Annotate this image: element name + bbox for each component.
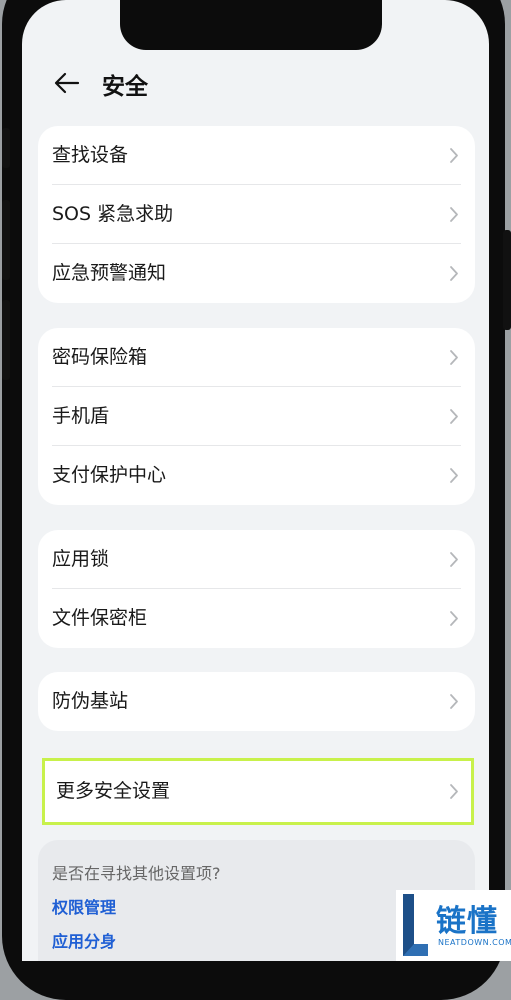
setting-item-label: 防伪基站 [52, 690, 129, 712]
settings-card: 查找设备 SOS 紧急求助 应急预警通知 [38, 126, 475, 303]
setting-item-label: 手机盾 [52, 405, 110, 427]
setting-item-label: 更多安全设置 [56, 780, 171, 802]
chevron-right-icon [450, 784, 458, 799]
setting-item-payment-protection[interactable]: 支付保护中心 [38, 446, 475, 505]
settings-card: 密码保险箱 手机盾 支付保护中心 [38, 328, 475, 505]
chevron-right-icon [450, 409, 458, 424]
setting-item-find-device[interactable]: 查找设备 [38, 126, 475, 185]
watermark-logo-icon [403, 894, 428, 956]
watermark: 链懂 NEATDOWN.COM [396, 890, 511, 961]
setting-item-app-lock[interactable]: 应用锁 [38, 530, 475, 589]
page-title: 安全 [102, 74, 148, 100]
side-button [2, 200, 10, 280]
setting-item-fake-base-station[interactable]: 防伪基站 [38, 672, 475, 731]
watermark-subtext: NEATDOWN.COM [438, 938, 511, 947]
screen: 安全 查找设备 SOS 紧急求助 应急预警通知 密码保险箱 手机盾 支付保护中心… [22, 0, 489, 961]
suggestion-link-app-twin[interactable]: 应用分身 [52, 928, 116, 952]
setting-item-file-safe[interactable]: 文件保密柜 [38, 589, 475, 648]
setting-item-label: 应急预警通知 [52, 262, 167, 284]
settings-card: 应用锁 文件保密柜 [38, 530, 475, 648]
setting-item-label: SOS 紧急求助 [52, 203, 174, 225]
chevron-right-icon [450, 207, 458, 222]
suggestions-title: 是否在寻找其他设置项? [52, 864, 221, 883]
settings-card: 防伪基站 [38, 672, 475, 731]
setting-item-more-security[interactable]: 更多安全设置 [42, 758, 474, 825]
setting-item-emergency-alerts[interactable]: 应急预警通知 [38, 244, 475, 303]
setting-item-label: 查找设备 [52, 144, 129, 166]
setting-item-phone-shield[interactable]: 手机盾 [38, 387, 475, 446]
power-button [503, 230, 511, 330]
chevron-right-icon [450, 694, 458, 709]
setting-item-label: 密码保险箱 [52, 346, 148, 368]
setting-item-sos[interactable]: SOS 紧急求助 [38, 185, 475, 244]
suggestion-link-permissions[interactable]: 权限管理 [52, 894, 116, 918]
setting-item-label: 应用锁 [52, 548, 110, 570]
setting-item-label: 支付保护中心 [52, 464, 167, 486]
side-button [2, 128, 10, 168]
chevron-right-icon [450, 611, 458, 626]
side-button [2, 300, 10, 380]
chevron-right-icon [450, 148, 458, 163]
back-arrow-icon[interactable] [52, 68, 82, 98]
setting-item-password-vault[interactable]: 密码保险箱 [38, 328, 475, 387]
chevron-right-icon [450, 350, 458, 365]
setting-item-label: 文件保密柜 [52, 607, 148, 629]
header: 安全 [22, 58, 489, 108]
chevron-right-icon [450, 552, 458, 567]
chevron-right-icon [450, 266, 458, 281]
notch [120, 0, 382, 50]
watermark-text: 链懂 [436, 904, 498, 939]
chevron-right-icon [450, 468, 458, 483]
